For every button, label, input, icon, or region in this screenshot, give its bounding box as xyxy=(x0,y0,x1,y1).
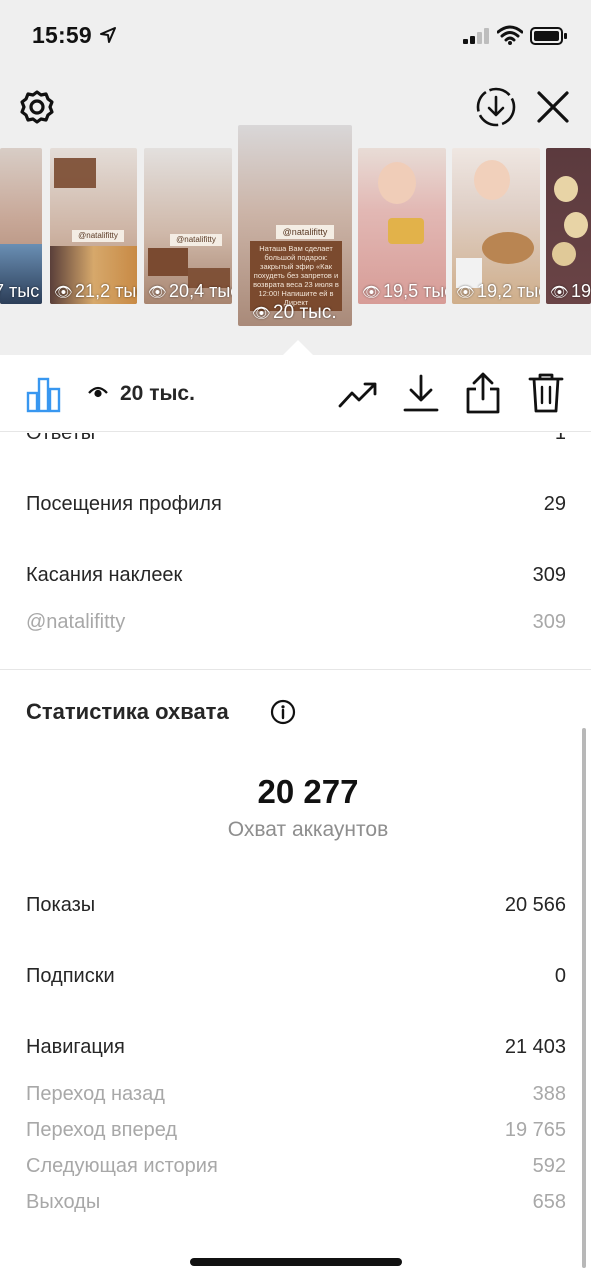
settings-gear-icon[interactable] xyxy=(18,88,56,126)
cellular-signal-icon xyxy=(463,28,489,44)
story-thumbnail[interactable]: @natalifitty 👁20,4 тыс xyxy=(144,148,232,304)
story-toolbar: 20 тыс. xyxy=(0,356,591,432)
story-insights-panel[interactable]: Ответы 1 Посещения профиля 29 Касания на… xyxy=(0,433,591,1280)
download-icon[interactable] xyxy=(402,373,440,413)
story-view-count: 👁20,4 тыс xyxy=(148,281,232,302)
stat-value: 309 xyxy=(532,611,566,633)
stat-label: @natalifitty xyxy=(26,611,126,633)
stat-label: Касания наклеек xyxy=(26,564,183,586)
story-view-count-text: 19,5 тыс xyxy=(383,281,446,301)
story-thumbnail[interactable]: 7 тыс xyxy=(0,148,42,304)
mention-sticker: @natalifitty xyxy=(170,234,222,246)
eye-icon: 👁 xyxy=(252,305,272,322)
stat-label: Подписки xyxy=(26,965,115,987)
story-thumbnail-selected[interactable]: @natalifitty Наташа Вам сделает большой … xyxy=(238,125,352,326)
stat-value: 1 xyxy=(554,433,566,444)
status-bar: 15:59 xyxy=(0,0,591,70)
selected-story-pointer xyxy=(282,340,314,356)
stat-label: Следующая история xyxy=(26,1155,218,1177)
stat-label: Навигация xyxy=(26,1036,125,1058)
story-view-total: 20 тыс. xyxy=(120,382,195,405)
stat-label: Показы xyxy=(26,894,96,916)
save-story-icon[interactable] xyxy=(475,86,517,128)
eye-icon: 👁 xyxy=(456,284,476,301)
mention-sticker: @natalifitty xyxy=(72,230,124,242)
story-view-count: 👁19,5 тыс xyxy=(362,281,446,302)
stat-value: 309 xyxy=(532,564,566,586)
story-view-count-text: 20,4 тыс xyxy=(169,281,232,301)
story-thumbnail[interactable]: 👁19,2 тыс xyxy=(452,148,540,304)
stat-value: 592 xyxy=(532,1155,566,1177)
story-view-count-text: 7 тыс xyxy=(0,281,40,301)
stat-label: Переход вперед xyxy=(26,1119,178,1141)
story-view-count: 👁 20 тыс. xyxy=(252,302,337,324)
scrollbar[interactable] xyxy=(582,728,586,1268)
clock: 15:59 xyxy=(32,22,92,48)
stat-value: 21 403 xyxy=(504,1036,566,1058)
eye-icon: 👁 xyxy=(54,284,74,301)
wifi-icon xyxy=(497,25,523,45)
mention-sticker: @natalifitty xyxy=(276,225,334,239)
story-thumbnail[interactable]: 👁19,5 тыс xyxy=(358,148,446,304)
story-view-count-text: 20 тыс. xyxy=(273,302,337,323)
story-view-count: 👁19,2 тыс xyxy=(456,281,540,302)
stat-value: 658 xyxy=(532,1191,566,1213)
eye-icon: 👁 xyxy=(550,284,570,301)
story-view-count: 👁21,2 тыс xyxy=(54,281,137,302)
stat-value: 0 xyxy=(554,965,566,987)
story-preview-header: 15:59 тыс @natalifitty 👁 21,2 ты @natali… xyxy=(0,0,591,355)
stat-label: Выходы xyxy=(26,1191,101,1213)
promote-trending-icon[interactable] xyxy=(338,378,378,412)
accounts-reached-value: 20 277 xyxy=(257,773,359,810)
stat-value: 29 xyxy=(543,493,566,515)
eye-icon: 👁 xyxy=(148,284,168,301)
reach-section-title: Статистика охвата xyxy=(26,699,229,724)
accounts-reached-label: Охват аккаунтов xyxy=(227,818,389,841)
stat-label: Ответы xyxy=(26,433,96,444)
story-thumbnail[interactable]: 👁 19 xyxy=(546,148,591,304)
story-view-count: 👁 19 xyxy=(550,281,591,302)
story-caption: Наташа Вам сделает большой подарок: закр… xyxy=(250,241,342,311)
eye-icon: 👁 xyxy=(362,284,382,301)
location-arrow-icon xyxy=(100,27,116,43)
stat-value: 20 566 xyxy=(504,894,566,916)
stat-value: 19 765 xyxy=(504,1119,566,1141)
eye-icon xyxy=(88,386,108,398)
stat-label: Переход назад xyxy=(26,1083,165,1105)
story-view-count-text: 19,2 тыс xyxy=(477,281,540,301)
battery-icon xyxy=(530,27,567,45)
home-indicator[interactable] xyxy=(190,1258,402,1266)
story-view-count-text: 21,2 тыс xyxy=(75,281,137,301)
story-view-count-text: 19 xyxy=(571,281,591,301)
close-icon[interactable] xyxy=(535,89,571,125)
info-icon[interactable] xyxy=(270,699,296,725)
story-view-count: 7 тыс xyxy=(0,281,39,302)
stories-carousel[interactable]: 7 тыс @natalifitty 👁21,2 тыс @natalifitt… xyxy=(0,125,591,355)
stat-value: 388 xyxy=(532,1083,566,1105)
story-thumbnail[interactable]: @natalifitty 👁21,2 тыс xyxy=(50,148,137,304)
trash-icon[interactable] xyxy=(528,372,564,414)
insights-bar-chart-icon[interactable] xyxy=(26,377,62,413)
share-icon[interactable] xyxy=(464,371,502,415)
stat-label: Посещения профиля xyxy=(26,493,222,515)
section-divider xyxy=(0,669,591,670)
